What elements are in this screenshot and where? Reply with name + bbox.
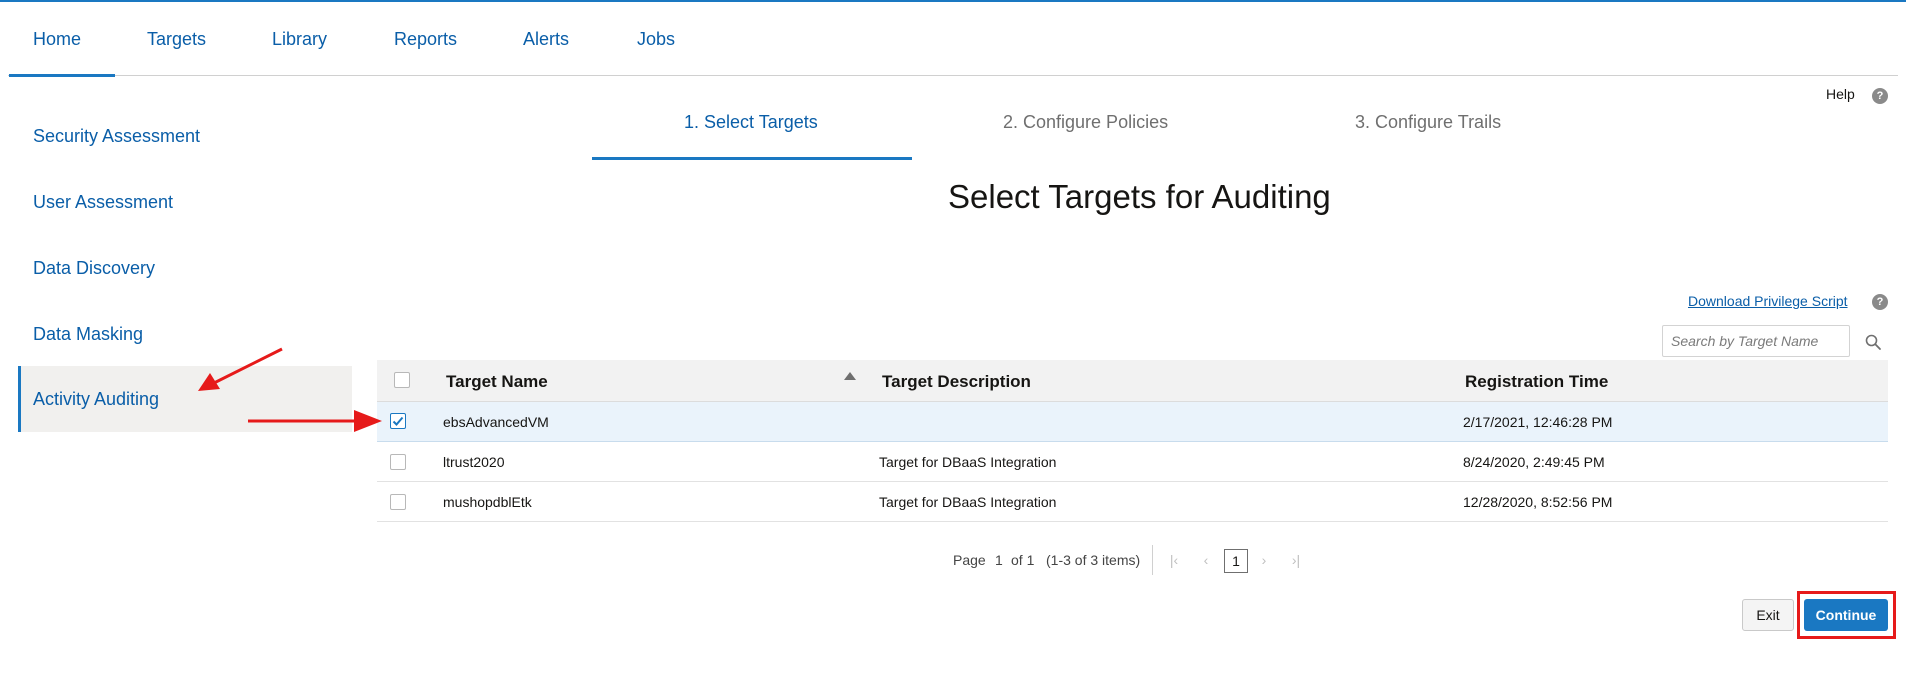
pagination-page-label: Page (953, 552, 986, 568)
active-step-indicator (592, 157, 912, 160)
registration-time: 2/17/2021, 12:46:28 PM (1463, 414, 1613, 430)
table-row[interactable]: ebsAdvancedVM 2/17/2021, 12:46:28 PM (377, 402, 1888, 442)
search-input[interactable] (1662, 325, 1850, 357)
sidebar-item-user-assessment[interactable]: User Assessment (18, 169, 352, 235)
checkmark-icon (392, 416, 404, 426)
table-row[interactable]: ltrust2020 Target for DBaaS Integration … (377, 442, 1888, 482)
target-description: Target for DBaaS Integration (879, 454, 1057, 470)
last-page-icon[interactable]: ›| (1286, 548, 1306, 572)
previous-page-icon[interactable]: ‹ (1196, 548, 1216, 572)
arrow-annotation-icon (248, 410, 382, 432)
row-checkbox[interactable] (390, 494, 406, 510)
help-icon[interactable]: ? (1872, 294, 1888, 310)
target-name: ltrust2020 (443, 454, 505, 470)
row-checkbox[interactable] (390, 454, 406, 470)
arrow-annotation-icon (198, 347, 283, 391)
column-header-target-name[interactable]: Target Name (446, 372, 548, 392)
first-page-icon[interactable]: |‹ (1164, 548, 1184, 572)
table-row[interactable]: mushopdblEtk Target for DBaaS Integratio… (377, 482, 1888, 522)
row-checkbox[interactable] (390, 413, 406, 429)
exit-button[interactable]: Exit (1742, 599, 1794, 631)
continue-highlight-box (1797, 591, 1896, 639)
target-name: mushopdblEtk (443, 494, 532, 510)
page-title: Select Targets for Auditing (948, 178, 1331, 215)
sidebar-item-data-discovery[interactable]: Data Discovery (18, 235, 352, 301)
tab-home[interactable]: Home (8, 2, 116, 77)
help-link[interactable]: Help (1826, 86, 1855, 102)
current-page-button[interactable]: 1 (1224, 549, 1248, 573)
registration-time: 12/28/2020, 8:52:56 PM (1463, 494, 1613, 510)
next-page-icon[interactable]: › (1254, 548, 1274, 572)
tab-targets[interactable]: Targets (147, 2, 206, 76)
tab-library[interactable]: Library (272, 2, 327, 76)
pagination-items-label: (1-3 of 3 items) (1046, 552, 1141, 568)
column-header-registration-time[interactable]: Registration Time (1465, 372, 1608, 392)
pagination-divider (1152, 545, 1153, 575)
table-header: Target Name Target Description Registrat… (377, 360, 1888, 402)
select-all-checkbox[interactable] (394, 372, 410, 388)
sort-ascending-icon[interactable] (844, 372, 856, 380)
sidebar-item-data-masking[interactable]: Data Masking (18, 301, 352, 367)
tab-alerts[interactable]: Alerts (523, 2, 569, 76)
tab-reports[interactable]: Reports (394, 2, 457, 76)
wizard-step-configure-trails[interactable]: 3. Configure Trails (1355, 112, 1501, 133)
target-description: Target for DBaaS Integration (879, 494, 1057, 510)
wizard-step-configure-policies[interactable]: 2. Configure Policies (1003, 112, 1168, 133)
registration-time: 8/24/2020, 2:49:45 PM (1463, 454, 1605, 470)
pagination-of-label: of 1 (1011, 552, 1035, 568)
target-name: ebsAdvancedVM (443, 414, 549, 430)
search-icon[interactable] (1864, 333, 1882, 351)
wizard-step-select-targets[interactable]: 1. Select Targets (684, 112, 818, 133)
pagination-page-number: 1 (995, 552, 1003, 568)
top-nav: Home Targets Library Reports Alerts Jobs (8, 2, 1898, 77)
tab-jobs[interactable]: Jobs (637, 2, 675, 76)
help-icon[interactable]: ? (1872, 88, 1888, 104)
download-privilege-script-link[interactable]: Download Privilege Script (1688, 293, 1848, 309)
column-header-target-description[interactable]: Target Description (882, 372, 1031, 392)
sidebar-item-security-assessment[interactable]: Security Assessment (18, 103, 352, 169)
